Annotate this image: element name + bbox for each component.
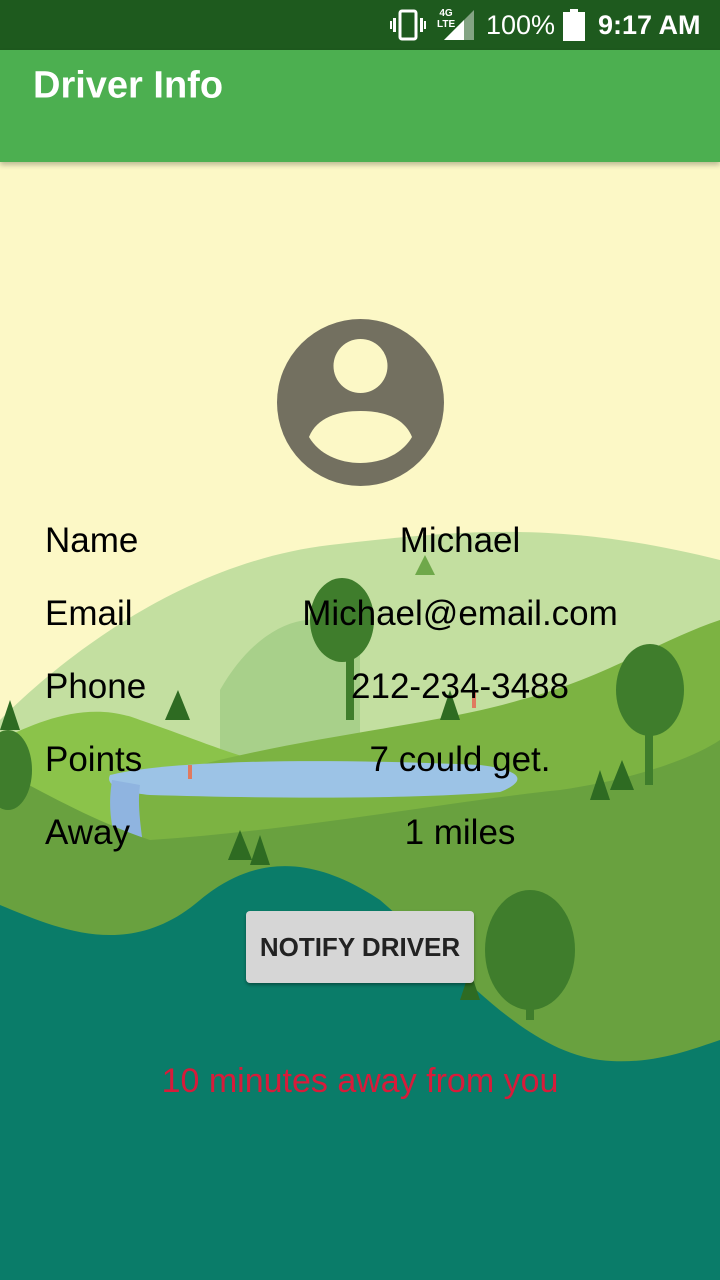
email-value: Michael@email.com [302,594,618,633]
info-row-away: Away 1 miles [0,808,720,858]
page-title: Driver Info [33,64,224,107]
vibrate-icon [390,9,426,41]
phone-label: Phone [45,667,147,706]
notify-driver-button[interactable]: NOTIFY DRIVER [246,911,474,983]
name-label: Name [45,521,139,560]
signal-icon [444,10,474,40]
email-label: Email [45,594,133,633]
away-value: 1 miles [404,813,516,852]
points-value: 7 could get. [369,740,551,779]
away-label: Away [45,813,130,852]
app-bar: Driver Info [0,50,720,162]
clock: 9:17 AM [598,10,701,40]
points-label: Points [45,740,143,779]
name-value: Michael [399,521,521,560]
battery-percentage: 100% [486,10,556,40]
info-row-email: Email Michael@email.com [0,589,720,639]
away-message: 10 minutes away from you [161,1062,559,1100]
battery-icon [563,9,585,41]
phone-value: 212-234-3488 [351,667,569,706]
driver-avatar-icon [277,319,444,486]
info-row-points: Points 7 could get. [0,735,720,785]
info-row-phone: Phone 212-234-3488 [0,662,720,712]
info-row-name: Name Michael [0,516,720,566]
status-bar: 4G LTE 100% 9:17 AM [0,0,720,50]
